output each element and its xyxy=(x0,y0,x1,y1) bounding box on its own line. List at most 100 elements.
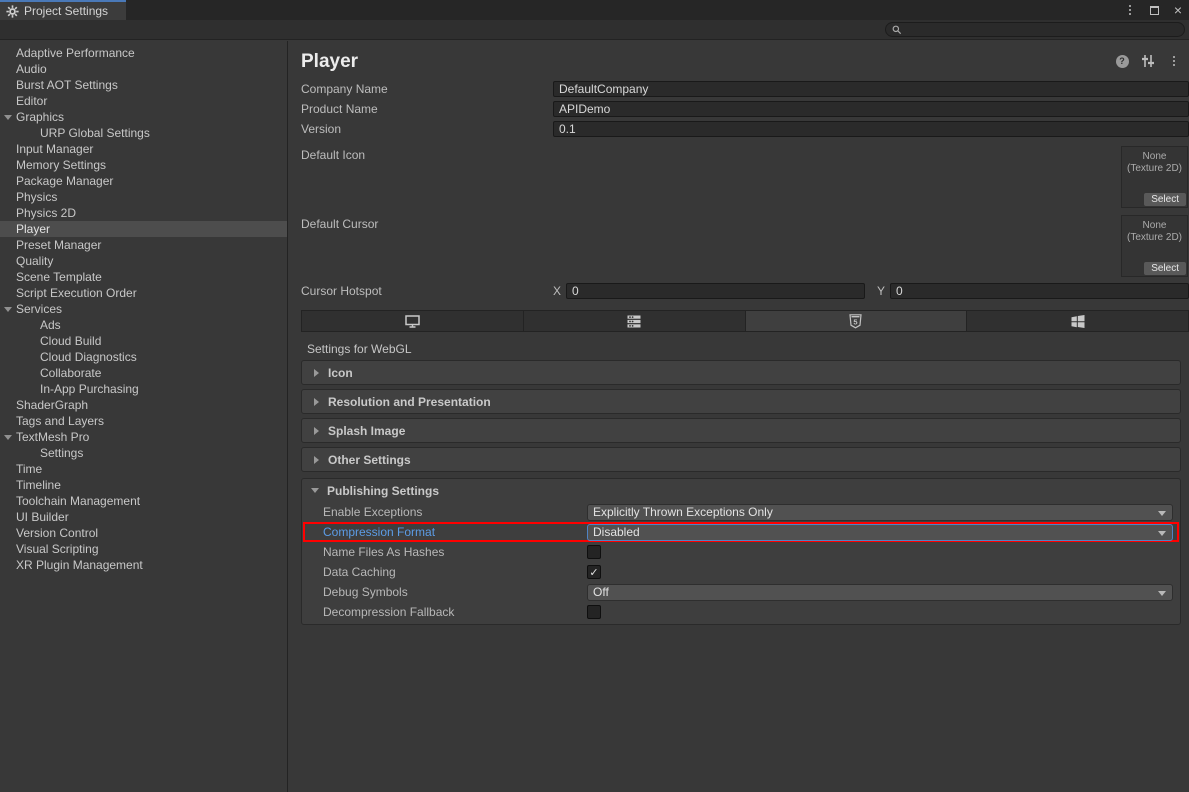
foldout-open-icon[interactable] xyxy=(4,115,12,120)
maximize-icon[interactable] xyxy=(1147,3,1161,17)
sidebar-item-label: Package Manager xyxy=(16,174,113,188)
settings-for-platform-label: Settings for WebGL xyxy=(307,342,1189,356)
sidebar-item-audio[interactable]: Audio xyxy=(0,61,287,77)
sidebar-item-scene-template[interactable]: Scene Template xyxy=(0,269,287,285)
sidebar-item-toolchain-management[interactable]: Toolchain Management xyxy=(0,493,287,509)
section-resolution-and-presentation[interactable]: Resolution and Presentation xyxy=(301,389,1181,414)
sidebar-item-visual-scripting[interactable]: Visual Scripting xyxy=(0,541,287,557)
foldout-open-icon xyxy=(311,488,319,493)
section-splash-image[interactable]: Splash Image xyxy=(301,418,1181,443)
sidebar-item-time[interactable]: Time xyxy=(0,461,287,477)
section-other-settings[interactable]: Other Settings xyxy=(301,447,1181,472)
default-cursor-row: Default Cursor None (Texture 2D) Select xyxy=(288,215,1189,277)
sidebar-item-label: Ads xyxy=(40,318,61,332)
name-files-as-hashes-checkbox[interactable] xyxy=(587,545,601,559)
window-menu-icon[interactable] xyxy=(1123,3,1137,17)
sidebar-item-urp-global-settings[interactable]: URP Global Settings xyxy=(0,125,287,141)
sidebar-item-ads[interactable]: Ads xyxy=(0,317,287,333)
compression-format-dropdown[interactable]: Disabled xyxy=(587,524,1173,541)
sidebar-item-xr-plugin-management[interactable]: XR Plugin Management xyxy=(0,557,287,573)
sidebar-item-memory-settings[interactable]: Memory Settings xyxy=(0,157,287,173)
default-icon-row: Default Icon None (Texture 2D) Select xyxy=(288,146,1189,208)
sidebar-item-in-app-purchasing[interactable]: In-App Purchasing xyxy=(0,381,287,397)
sidebar-item-physics[interactable]: Physics xyxy=(0,189,287,205)
sidebar-item-collaborate[interactable]: Collaborate xyxy=(0,365,287,381)
sidebar-item-label: Tags and Layers xyxy=(16,414,104,428)
sidebar-item-shadergraph[interactable]: ShaderGraph xyxy=(0,397,287,413)
product-name-label: Product Name xyxy=(301,102,553,116)
sidebar-item-input-manager[interactable]: Input Manager xyxy=(0,141,287,157)
sidebar-item-physics-2d[interactable]: Physics 2D xyxy=(0,205,287,221)
sidebar-item-script-execution-order[interactable]: Script Execution Order xyxy=(0,285,287,301)
player-settings-panel: Player ? Company Name DefaultCompany Pro… xyxy=(288,41,1189,792)
webgl-icon: 5 xyxy=(849,314,862,329)
default-cursor-select-button[interactable]: Select xyxy=(1144,262,1186,275)
default-icon-texture-slot[interactable]: None (Texture 2D) Select xyxy=(1121,146,1188,208)
help-icon[interactable]: ? xyxy=(1115,54,1129,68)
monitor-icon xyxy=(405,315,420,328)
close-icon[interactable]: × xyxy=(1171,3,1185,17)
default-cursor-texture-slot[interactable]: None (Texture 2D) Select xyxy=(1121,215,1188,277)
foldout-open-icon[interactable] xyxy=(4,307,12,312)
sidebar-item-quality[interactable]: Quality xyxy=(0,253,287,269)
sidebar-item-adaptive-performance[interactable]: Adaptive Performance xyxy=(0,45,287,61)
hotspot-x-field[interactable]: 0 xyxy=(566,283,865,299)
sidebar-item-preset-manager[interactable]: Preset Manager xyxy=(0,237,287,253)
search-input[interactable] xyxy=(885,22,1185,37)
sidebar-item-services[interactable]: Services xyxy=(0,301,287,317)
sidebar-item-label: Physics 2D xyxy=(16,206,76,220)
search-icon xyxy=(892,25,902,35)
tab-windows[interactable] xyxy=(967,311,1188,331)
tab-webgl[interactable]: 5 xyxy=(746,311,968,331)
section-label: Publishing Settings xyxy=(327,484,439,498)
sidebar-item-label: Editor xyxy=(16,94,47,108)
sidebar-item-player[interactable]: Player xyxy=(0,221,287,237)
cursor-hotspot-row: Cursor Hotspot X 0 Y 0 xyxy=(288,283,1189,299)
foldout-closed-icon xyxy=(314,398,319,406)
decompression-fallback-checkbox[interactable] xyxy=(587,605,601,619)
hotspot-y-field[interactable]: 0 xyxy=(890,283,1189,299)
sidebar-item-cloud-diagnostics[interactable]: Cloud Diagnostics xyxy=(0,349,287,365)
sidebar-item-editor[interactable]: Editor xyxy=(0,93,287,109)
data-caching-checkbox[interactable]: ✓ xyxy=(587,565,601,579)
section-icon[interactable]: Icon xyxy=(301,360,1181,385)
sidebar-item-textmesh-pro-settings[interactable]: Settings xyxy=(0,445,287,461)
project-settings-tab[interactable]: Project Settings xyxy=(0,0,126,20)
publishing-settings-header[interactable]: Publishing Settings xyxy=(302,479,1180,502)
product-name-field[interactable]: APIDemo xyxy=(553,101,1189,117)
tab-standalone[interactable] xyxy=(302,311,524,331)
chevron-down-icon xyxy=(1158,591,1166,596)
sidebar-item-ui-builder[interactable]: UI Builder xyxy=(0,509,287,525)
settings-toolbar xyxy=(0,20,1189,40)
default-icon-select-button[interactable]: Select xyxy=(1144,193,1186,206)
presets-icon[interactable] xyxy=(1141,54,1155,68)
debug-symbols-dropdown[interactable]: Off xyxy=(587,584,1173,601)
sidebar-item-textmesh-pro[interactable]: TextMesh Pro xyxy=(0,429,287,445)
sidebar-item-label: Settings xyxy=(40,446,83,460)
sidebar-item-label: Player xyxy=(16,222,50,236)
sidebar-item-label: Toolchain Management xyxy=(16,494,140,508)
foldout-open-icon[interactable] xyxy=(4,435,12,440)
version-field[interactable]: 0.1 xyxy=(553,121,1189,137)
tab-dedicated-server[interactable] xyxy=(524,311,746,331)
sidebar-item-label: ShaderGraph xyxy=(16,398,88,412)
enable-exceptions-dropdown[interactable]: Explicitly Thrown Exceptions Only xyxy=(587,504,1173,521)
name-files-as-hashes-row: Name Files As Hashes xyxy=(303,542,1179,562)
panel-menu-icon[interactable] xyxy=(1167,54,1181,68)
sidebar-item-package-manager[interactable]: Package Manager xyxy=(0,173,287,189)
sidebar-item-version-control[interactable]: Version Control xyxy=(0,525,287,541)
sidebar-item-tags-and-layers[interactable]: Tags and Layers xyxy=(0,413,287,429)
sidebar-item-label: Graphics xyxy=(16,110,64,124)
product-name-row: Product Name APIDemo xyxy=(288,99,1189,119)
window-titlebar: Project Settings × xyxy=(0,0,1189,20)
sidebar-item-label: Timeline xyxy=(16,478,61,492)
sidebar-item-graphics[interactable]: Graphics xyxy=(0,109,287,125)
foldout-closed-icon xyxy=(314,456,319,464)
sidebar-item-cloud-build[interactable]: Cloud Build xyxy=(0,333,287,349)
sidebar-item-timeline[interactable]: Timeline xyxy=(0,477,287,493)
sidebar-item-label: Quality xyxy=(16,254,53,268)
sidebar-item-burst-aot-settings[interactable]: Burst AOT Settings xyxy=(0,77,287,93)
company-name-field[interactable]: DefaultCompany xyxy=(553,81,1189,97)
chevron-down-icon xyxy=(1158,531,1166,536)
version-label: Version xyxy=(301,122,553,136)
